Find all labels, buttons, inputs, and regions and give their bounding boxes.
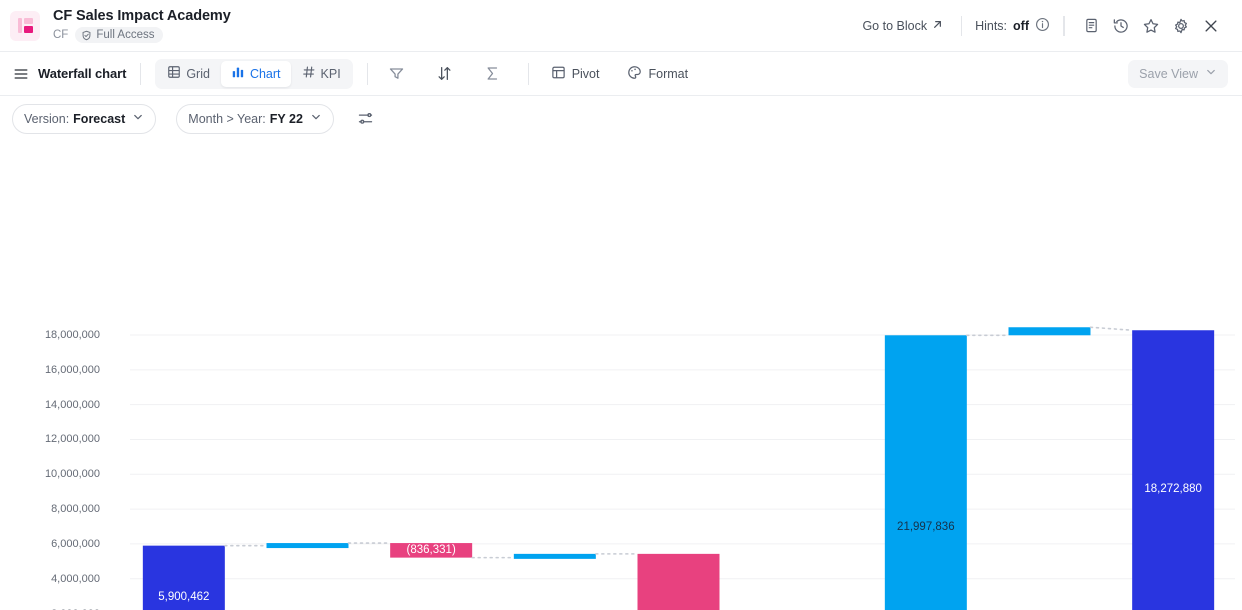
filter-settings-button[interactable] [352,105,380,133]
tab-kpi-label: KPI [320,66,341,81]
filter-month-year-value: FY 22 [269,111,303,126]
close-icon[interactable] [1196,11,1226,41]
pivot-label: Pivot [571,66,600,81]
y-axis-tick: 4,000,000 [51,572,100,585]
bar-value-label: 21,997,836 [897,520,955,533]
hamburger-menu-icon[interactable] [10,63,32,85]
y-axis-tick: 6,000,000 [51,537,100,550]
filter-version[interactable]: Version: Forecast [12,103,157,134]
chevron-down-icon [310,111,322,126]
format-button[interactable]: Format [619,60,696,88]
shield-check-icon [81,30,92,41]
grid-icon [167,65,181,82]
chart-toolbar: Waterfall chart Grid Chart KPI Pivot For… [0,52,1242,96]
waterfall-connector [1089,326,1133,332]
app-header: CF Sales Impact Academy CF Full Access G… [0,0,1242,52]
view-mode-group: Grid Chart KPI [155,58,353,89]
bar-value-label: 18,272,880 [1144,483,1202,496]
access-label: Full Access [96,29,155,41]
workspace-code: CF [53,29,69,41]
y-axis-tick: 16,000,000 [44,363,100,376]
access-badge: Full Access [75,27,163,43]
tab-grid-label: Grid [186,66,210,81]
tab-chart-label: Chart [249,66,281,81]
gear-icon[interactable] [1166,11,1196,41]
go-to-block-button[interactable]: Go to Block [856,14,950,38]
chart-plot-svg [130,326,1235,610]
sort-icon[interactable] [430,59,460,89]
tab-grid[interactable]: Grid [157,61,220,87]
info-circle-icon[interactable] [1035,17,1050,35]
filter-month-year[interactable]: Month > Year: FY 22 [176,103,334,134]
app-logo-icon [10,10,40,41]
chart-bar[interactable] [637,553,720,610]
y-axis-tick: 14,000,000 [44,398,100,411]
title-block: CF Sales Impact Academy CF Full Access [53,8,231,43]
sum-sigma-icon[interactable] [478,59,508,89]
chevron-down-icon [1205,66,1217,81]
filter-version-value: Forecast [73,111,126,126]
page-title: CF Sales Impact Academy [53,8,231,24]
bar-value-label: 5,900,462 [158,591,210,603]
header-divider-3 [1064,15,1065,36]
toolbar-divider-1 [140,62,142,85]
toolbar-divider-3 [527,62,529,85]
star-icon[interactable] [1136,11,1166,41]
filter-bar: Version: Forecast Month > Year: FY 22 [0,96,1242,141]
chevron-down-icon [132,111,144,126]
save-view-label: Save View [1139,66,1198,81]
chart-bar[interactable] [1008,327,1091,336]
notes-icon[interactable] [1076,11,1106,41]
filter-version-label: Version: [24,111,70,126]
format-label: Format [648,66,689,81]
chart-bar[interactable] [513,553,596,559]
chart-bar[interactable] [266,543,349,549]
y-axis-tick-labels: 18,000,000 16,000,000 14,000,000 12,000,000… [0,141,122,610]
filter-month-year-label: Month > Year: [188,111,266,126]
hints-toggle[interactable]: Hints: off [973,13,1052,39]
y-axis-tick: 12,000,000 [44,433,100,446]
header-actions: Go to Block Hints: off [856,11,1226,41]
bar-chart-icon [231,65,245,82]
chart-bar[interactable] [1132,330,1215,610]
palette-icon [627,65,642,83]
y-axis-tick: 18,000,000 [44,329,100,341]
pivot-button[interactable]: Pivot [543,60,608,88]
pivot-table-icon [551,65,566,83]
hints-value: off [1013,18,1029,33]
hints-label: Hints: [975,18,1008,33]
waterfall-chart: 18,000,000 16,000,000 14,000,000 12,000,000… [0,141,1242,610]
go-to-block-label: Go to Block [862,18,928,33]
filter-funnel-icon[interactable] [382,59,412,89]
hash-icon [302,65,316,82]
y-axis-tick: 8,000,000 [51,503,100,516]
arrow-up-right-icon [931,18,944,34]
tab-kpi[interactable]: KPI [292,61,351,87]
y-axis-tick: 10,000,000 [44,468,100,481]
chart-bar[interactable] [884,335,967,610]
tab-chart[interactable]: Chart [220,60,291,87]
toolbar-divider-2 [366,62,368,85]
bar-value-label: (836,331) [406,544,456,557]
header-divider-1 [961,15,963,36]
history-icon[interactable] [1106,11,1136,41]
save-view-button[interactable]: Save View [1128,59,1228,88]
chart-name-label: Waterfall chart [38,66,127,81]
